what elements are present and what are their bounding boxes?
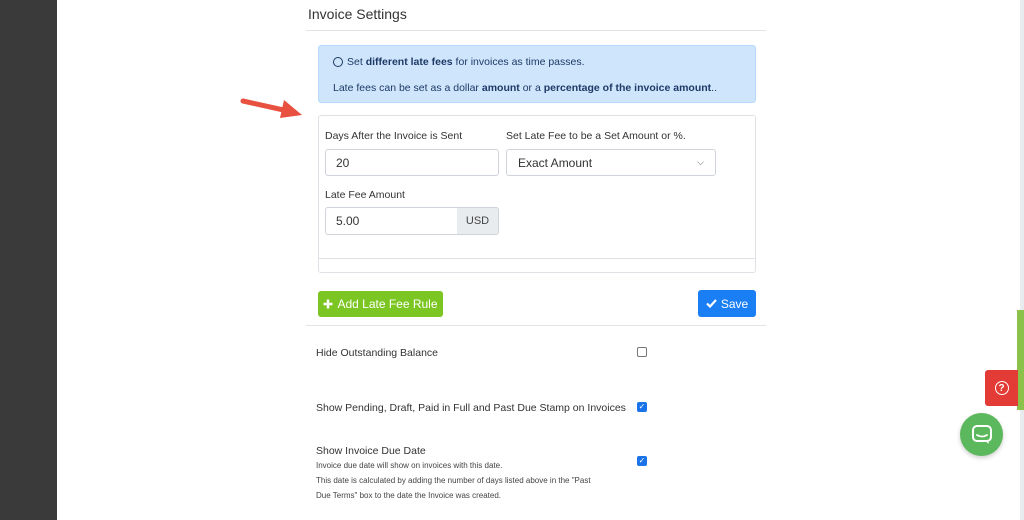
fee-type-select[interactable]: Exact Amount ⌵ (506, 149, 716, 176)
info-text: Set (347, 56, 366, 68)
add-late-fee-rule-button[interactable]: Add Late Fee Rule (318, 291, 443, 317)
currency-addon: USD (457, 207, 499, 235)
show-stamp-label: Show Pending, Draft, Paid in Full and Pa… (316, 402, 626, 414)
amount-value: 5.00 (336, 214, 360, 228)
divider (306, 325, 766, 326)
description-line: This date is calculated by adding the nu… (316, 476, 591, 485)
chevron-down-icon: ⌵ (697, 157, 704, 167)
fee-type-label: Set Late Fee to be a Set Amount or %. (506, 130, 686, 142)
info-text: or a (519, 82, 544, 94)
amount-label: Late Fee Amount (325, 189, 405, 201)
right-edge (1020, 0, 1024, 520)
late-fee-info-box: Set different late fees for invoices as … (318, 45, 756, 103)
amount-input[interactable]: 5.00 (325, 207, 458, 235)
info-text: Late fees can be set as a dollar (333, 82, 482, 94)
fee-type-value: Exact Amount (518, 155, 593, 170)
chat-bubble-icon (971, 424, 992, 444)
description-line: Invoice due date will show on invoices w… (316, 461, 503, 470)
show-due-date-label: Show Invoice Due Date (316, 445, 426, 457)
info-bold-text: different late fees (365, 56, 453, 68)
save-button[interactable]: Save (698, 290, 756, 317)
info-bold-text: percentage of the invoice amount (543, 82, 712, 94)
save-label: Save (720, 296, 749, 311)
days-value: 20 (336, 155, 350, 170)
add-rule-label: Add Late Fee Rule (337, 297, 438, 311)
chat-button[interactable] (960, 413, 1003, 456)
section-title: Invoice Settings (308, 6, 407, 22)
scroll-accent-bar (1017, 310, 1024, 410)
show-due-date-checkbox[interactable]: ✓ (637, 456, 647, 466)
show-stamp-checkbox[interactable]: ✓ (637, 402, 647, 412)
info-line-2: Late fees can be set as a dollar amount … (333, 82, 717, 94)
description-line: Due Terms" box to the date the Invoice w… (316, 491, 502, 500)
info-text: .. (711, 82, 718, 94)
info-text: for invoices as time passes. (452, 56, 585, 68)
radio-circle-icon[interactable] (333, 57, 343, 67)
divider (306, 30, 766, 31)
help-button[interactable]: ? (985, 370, 1018, 406)
divider (319, 258, 755, 259)
info-line-1: Set different late fees for invoices as … (333, 56, 585, 68)
due-date-description: Invoice due date will show on invoices w… (316, 458, 591, 503)
check-icon (706, 299, 717, 308)
left-sidebar (0, 0, 57, 520)
plus-icon (323, 299, 333, 309)
hide-balance-label: Hide Outstanding Balance (316, 347, 438, 359)
annotation-arrow-icon (240, 98, 302, 118)
info-bold-text: amount (481, 82, 520, 94)
days-label: Days After the Invoice is Sent (325, 130, 463, 142)
question-circle-icon: ? (994, 381, 1009, 395)
hide-balance-checkbox[interactable] (637, 347, 647, 357)
days-input[interactable]: 20 (325, 149, 499, 176)
